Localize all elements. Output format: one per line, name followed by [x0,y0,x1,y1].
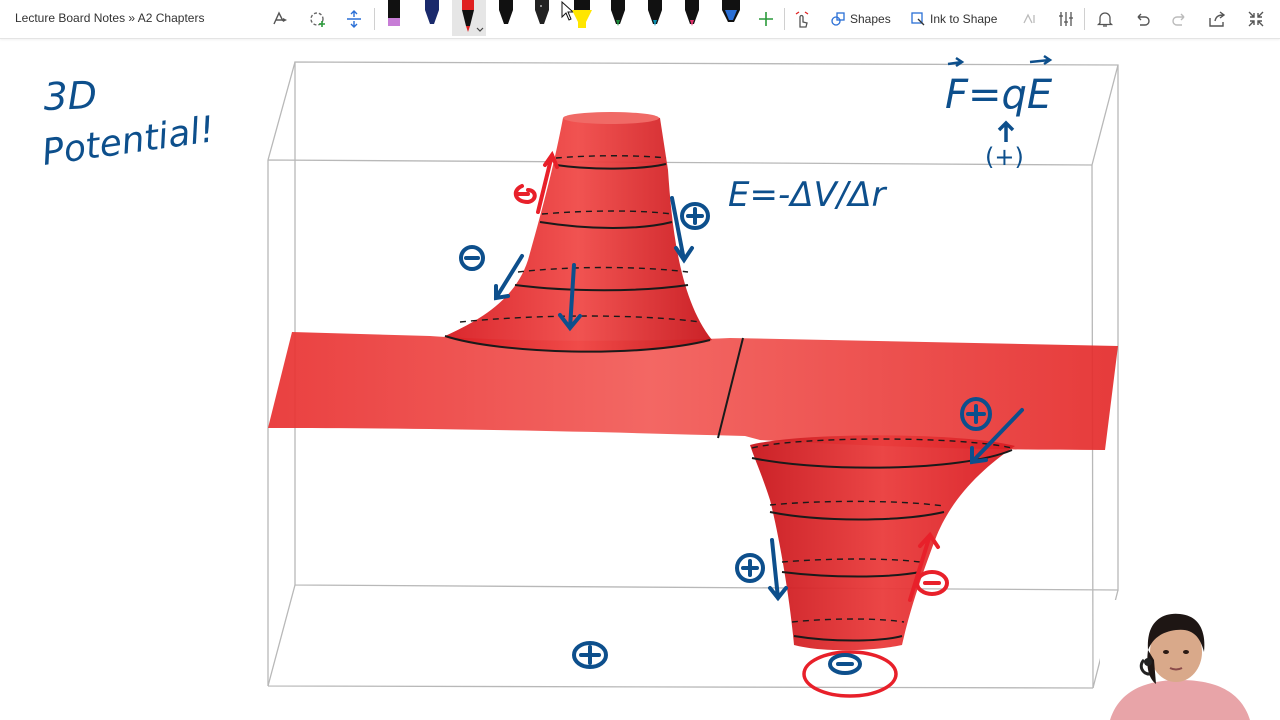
insert-space-icon[interactable] [342,4,366,34]
toolbar-separator [784,8,785,30]
ribbon-toolbar: Lecture Board Notes » A2 Chapters Shapes… [0,0,1280,39]
equation-field: E=-ΔV/Δr [728,175,887,215]
equation-force: F=qE (+) [945,54,1053,171]
equation-field-text: E=-ΔV/Δr [728,175,887,215]
shapes-button[interactable]: Shapes [830,4,891,34]
black-pen-3[interactable] [528,0,556,36]
shapes-icon [831,12,845,26]
pen-settings-icon[interactable] [1054,4,1078,34]
title-line-1: 3D [43,73,98,119]
teal-pen[interactable] [641,0,669,36]
svg-text:F=qE: F=qE [945,72,1053,118]
ink-to-shape-label: Ink to Shape [930,12,998,26]
blue-pen[interactable] [716,0,746,36]
pink-pen[interactable] [678,0,706,36]
undo-icon[interactable] [1130,4,1154,34]
green-pen[interactable] [604,0,632,36]
ink-to-shape-button[interactable]: Ink to Shape [910,4,997,34]
note-canvas[interactable]: 3D Potential! F=qE (+) E=-ΔV/Δr [0,39,1280,720]
potential-surface-plane [268,332,1118,450]
lasso-select-icon[interactable] [268,4,292,34]
ink-to-math-icon[interactable] [1018,4,1042,34]
presenter-webcam [1100,600,1260,720]
redo-icon[interactable] [1168,4,1192,34]
touch-draw-icon[interactable] [790,4,814,34]
peak-top-cap [563,112,659,124]
positive-charge-label: (+) [985,143,1024,171]
bell-icon[interactable] [1093,4,1117,34]
ink-to-shape-icon [911,12,925,26]
toolbar-separator [1084,8,1085,30]
toolbar-separator [374,8,375,30]
shapes-label: Shapes [850,12,891,26]
negative-charge-red [513,184,537,205]
title-3d-potential: 3D Potential! [40,73,217,174]
black-pen[interactable] [380,0,408,36]
title-line-2: Potential! [40,109,217,174]
add-pen-icon[interactable] [754,4,778,34]
add-space-icon[interactable] [306,4,330,34]
yellow-highlighter[interactable] [566,0,596,36]
navy-pen[interactable] [418,0,446,36]
breadcrumb[interactable]: Lecture Board Notes » A2 Chapters [15,11,204,25]
exit-fullscreen-icon[interactable] [1244,4,1268,34]
black-pen-2[interactable] [492,0,520,36]
share-icon[interactable] [1205,4,1229,34]
red-pen[interactable] [452,0,486,36]
